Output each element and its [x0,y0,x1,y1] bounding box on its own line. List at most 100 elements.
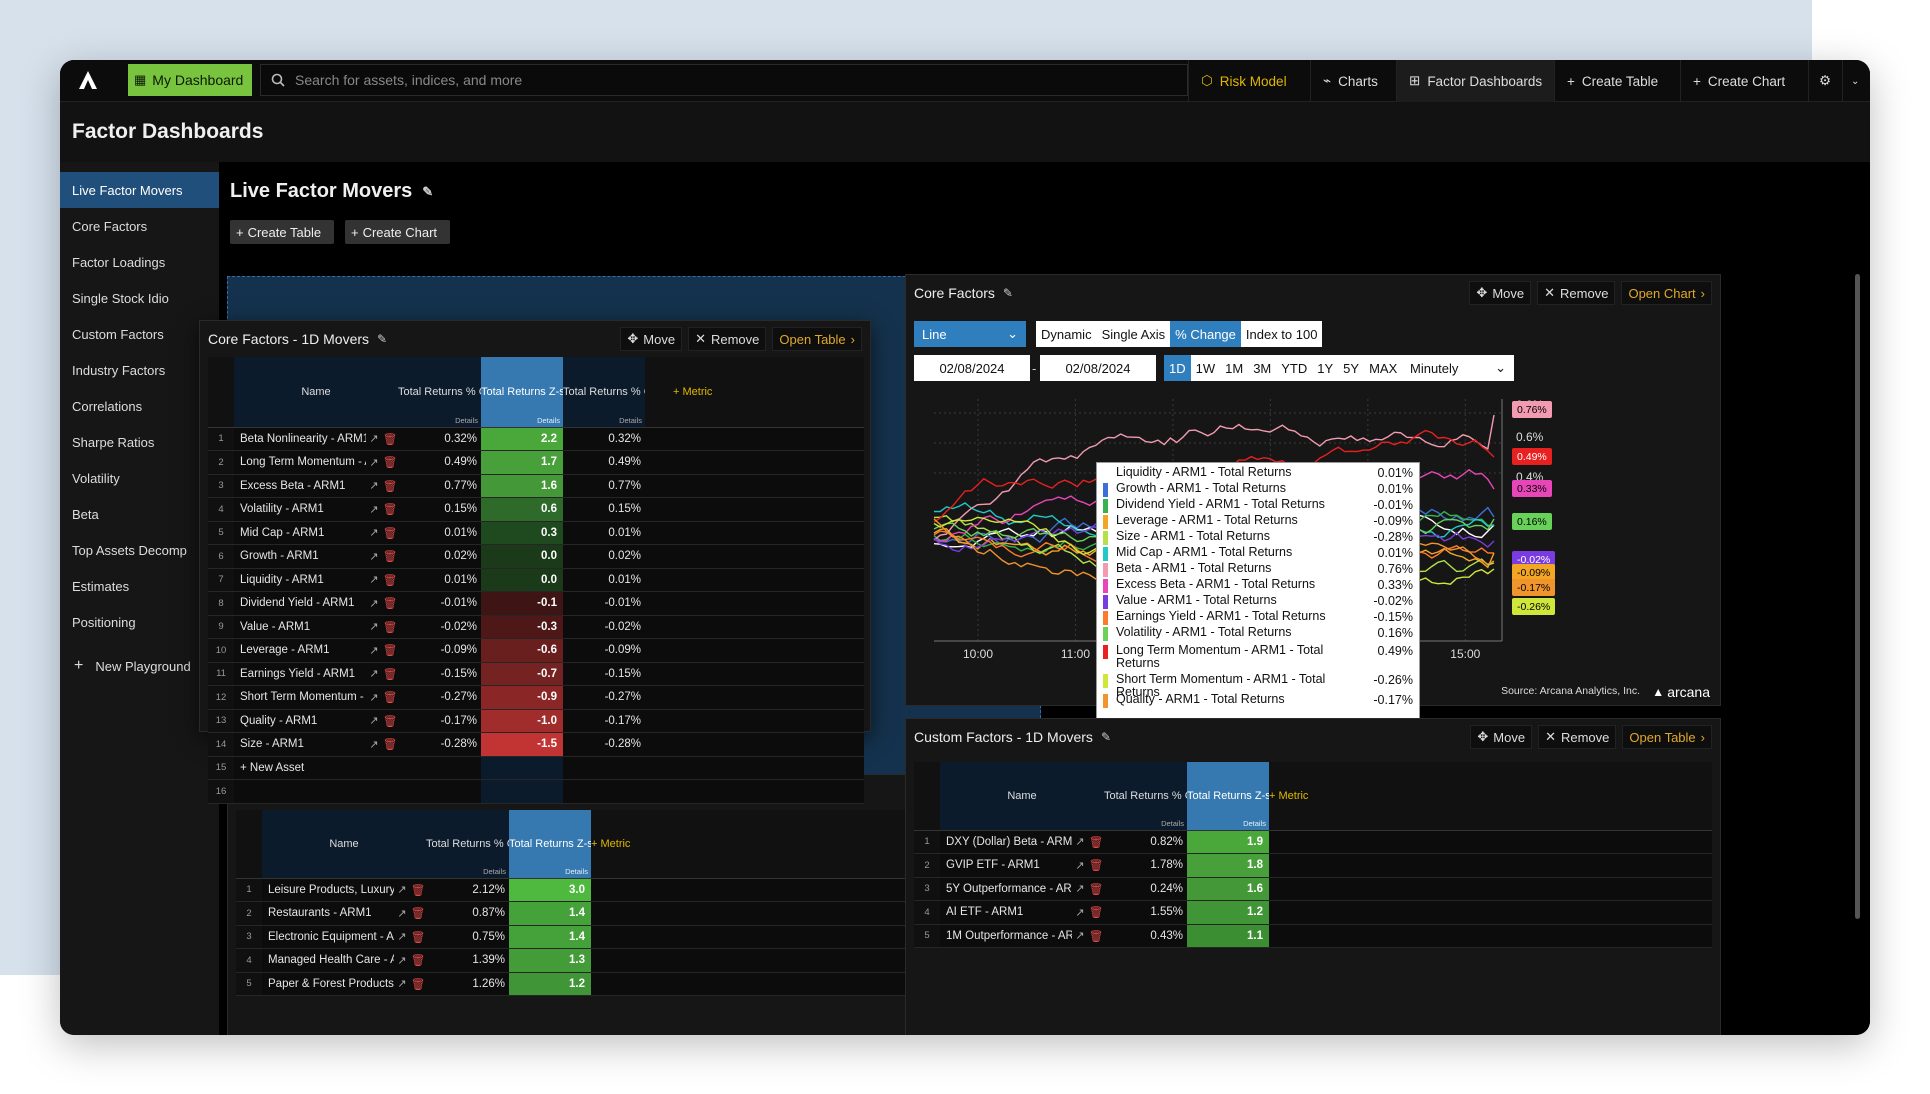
trend-chart-icon[interactable]: ↗ [366,521,382,545]
factor-dashboards-button[interactable]: ⊞ Factor Dashboards [1396,60,1555,102]
new-playground-button[interactable]: + New Playground [60,648,219,684]
table-row[interactable]: 12Short Term Momentum - ARM1↗🗑-0.27%-0.9… [208,685,864,710]
trend-chart-icon[interactable]: ↗ [394,925,410,949]
trend-chart-icon[interactable]: ↗ [1072,924,1088,948]
row-name[interactable]: Leverage - ARM1 [234,638,366,663]
trash-icon[interactable]: 🗑 [382,450,398,475]
table-row[interactable]: 8 Dividend Yield - ARM1 ↗ 🗑 -0.01% -0.1 -0.01% [208,591,864,616]
interval-select[interactable]: Minutely ⌄ [1402,355,1514,381]
trash-icon[interactable]: 🗑 [382,615,398,639]
create-chart-small-button[interactable]: + Create Chart [345,220,450,244]
table-row[interactable]: 51M Outperformance - ARM1↗🗑0.43%1.1 [914,924,1712,948]
range-1d[interactable]: 1D [1164,355,1191,381]
core-factors-table-panel[interactable]: Core Factors - 1D Movers ✎ ✥ Move ✕ Remove… [199,320,871,804]
row-name[interactable]: Liquidity - ARM1 [234,568,366,592]
range-ytd[interactable]: YTD [1276,355,1312,381]
row-name[interactable]: Excess Beta - ARM1 [234,474,366,498]
range-1m[interactable]: 1M [1220,355,1248,381]
row-name[interactable]: Leisure Products, Luxury Goods [262,878,394,902]
trash-icon[interactable]: 🗑 [382,685,398,710]
range-3m[interactable]: 3M [1248,355,1276,381]
remove-button[interactable]: ✕ Remove [1537,281,1616,305]
trend-chart-icon[interactable]: ↗ [366,474,382,498]
edit-icon[interactable]: ✎ [1101,730,1111,744]
create-chart-button[interactable]: + Create Chart [1680,60,1797,102]
trash-icon[interactable]: 🗑 [382,497,398,522]
table-row[interactable]: 1 Beta Nonlinearity - ARM1 ↗ 🗑 0.32% 2.2 0.32% [208,427,864,451]
trash-icon[interactable]: 🗑 [1088,853,1104,878]
open-table-button[interactable]: Open Table › [772,327,862,351]
row-name[interactable]: 1M Outperformance - ARM1 [940,924,1072,948]
arcana-logo[interactable] [76,68,100,92]
table-row[interactable]: 4 Volatility - ARM1 ↗ 🗑 0.15% 0.6 0.15% [208,497,864,522]
risk-model-button[interactable]: ⬡ Risk Model [1188,60,1299,102]
row-name[interactable]: Restaurants - ARM1 [262,901,394,926]
mode-dynamic[interactable]: Dynamic [1036,327,1097,342]
date-to-input[interactable]: 02/08/2024 [1040,355,1156,381]
trend-chart-icon[interactable]: ↗ [366,709,382,733]
row-name[interactable]: Short Term Momentum - ARM1 [234,685,366,710]
trash-icon[interactable]: 🗑 [382,427,398,451]
column-header-returns-2[interactable]: Total Returns % Change (1d)Details [563,357,645,428]
trash-icon[interactable]: 🗑 [382,638,398,663]
row-name[interactable]: 5Y Outperformance - ARM1 [940,877,1072,901]
column-header-name[interactable]: Name [940,762,1104,831]
trash-icon[interactable]: 🗑 [1088,924,1104,948]
my-dashboard-button[interactable]: ▦ My Dashboard [128,64,252,96]
trend-chart-icon[interactable]: ↗ [366,568,382,592]
table-row[interactable]: 14 Size - ARM1 ↗ 🗑 -0.28% -1.5 -0.28% [208,732,864,757]
trash-icon[interactable]: 🗑 [382,732,398,757]
trend-chart-icon[interactable]: ↗ [1072,830,1088,854]
trash-icon[interactable]: 🗑 [382,544,398,569]
mode-index-to-100[interactable]: Index to 100 [1241,327,1323,342]
settings-button[interactable]: ⚙ [1808,60,1842,102]
table-row[interactable]: 7 Liquidity - ARM1 ↗ 🗑 0.01% 0.0 0.01% [208,568,864,592]
table-row[interactable]: 2 GVIP ETF - ARM1 ↗ 🗑 1.78% 1.8 [914,853,1712,878]
trash-icon[interactable]: 🗑 [410,901,426,926]
range-1y[interactable]: 1Y [1312,355,1338,381]
row-name[interactable]: Long Term Momentum - ARM1 [234,450,366,475]
move-button[interactable]: ✥ Move [1470,725,1533,749]
trend-chart-icon[interactable]: ↗ [1072,853,1088,878]
table-row[interactable]: 13 Quality - ARM1 ↗ 🗑 -0.17% -1.0 -0.17% [208,709,864,733]
chart-type-select[interactable]: Line ⌄ [914,321,1026,347]
column-header-zscore[interactable]: Total Returns Z-score % (t252d)Details [481,357,563,428]
column-header-returns[interactable]: Total Returns % Change (1d)Details [1104,762,1187,831]
row-name[interactable]: Growth - ARM1 [234,544,366,569]
row-name[interactable]: Quality - ARM1 [234,709,366,733]
row-name[interactable]: GVIP ETF - ARM1 [940,853,1072,878]
trend-chart-icon[interactable]: ↗ [366,732,382,757]
charts-button[interactable]: ⌁ Charts [1310,60,1390,102]
sidebar-item-industry-factors[interactable]: Industry Factors [60,352,219,388]
column-header-zscore[interactable]: Total Returns Z-score % (t252d)Details [509,810,591,879]
sidebar-item-volatility[interactable]: Volatility [60,460,219,496]
search-input[interactable]: Search for assets, indices, and more [295,72,522,88]
mode-percent-change[interactable]: % Change [1170,321,1241,347]
remove-button[interactable]: ✕ Remove [688,327,767,351]
create-table-small-button[interactable]: + Create Table [230,220,334,244]
trend-chart-icon[interactable]: ↗ [366,497,382,522]
table-row[interactable]: 11 Earnings Yield - ARM1 ↗ 🗑 -0.15% -0.7 -0.15… [208,662,864,686]
new-asset-button[interactable]: + New Asset [234,756,398,780]
edit-icon[interactable]: ✎ [377,332,387,346]
trend-chart-icon[interactable]: ↗ [366,427,382,451]
trend-chart-icon[interactable]: ↗ [366,662,382,686]
row-name[interactable]: Earnings Yield - ARM1 [234,662,366,686]
trash-icon[interactable]: 🗑 [1088,900,1104,925]
table-row[interactable]: 2Long Term Momentum - ARM1↗🗑0.49%1.70.49… [208,450,864,475]
create-table-button[interactable]: + Create Table [1554,60,1670,102]
sidebar-item-beta[interactable]: Beta [60,496,219,532]
trend-chart-icon[interactable]: ↗ [366,450,382,475]
trend-chart-icon[interactable]: ↗ [394,878,410,902]
remove-button[interactable]: ✕ Remove [1538,725,1617,749]
row-name[interactable]: Value - ARM1 [234,615,366,639]
column-header-returns[interactable]: Total Returns % Change (1d)Details [426,810,509,879]
trash-icon[interactable]: 🗑 [1088,830,1104,854]
table-row[interactable]: 5 Mid Cap - ARM1 ↗ 🗑 0.01% 0.3 0.01% [208,521,864,545]
trash-icon[interactable]: 🗑 [382,568,398,592]
table-row[interactable]: 35Y Outperformance - ARM1↗🗑0.24%1.6 [914,877,1712,901]
row-name[interactable]: DXY (Dollar) Beta - ARM1 [940,830,1072,854]
trend-chart-icon[interactable]: ↗ [1072,877,1088,901]
trash-icon[interactable]: 🗑 [410,948,426,973]
row-name[interactable]: Dividend Yield - ARM1 [234,591,366,616]
